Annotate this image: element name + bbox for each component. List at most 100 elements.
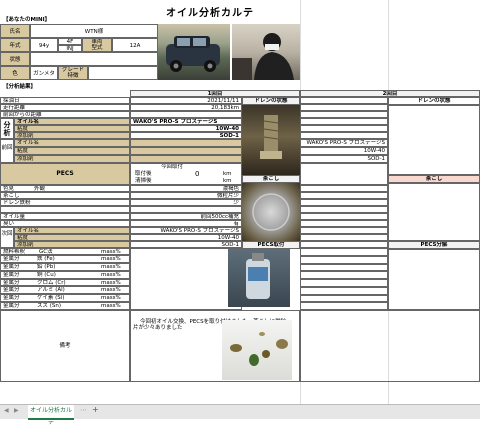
r1-filter[interactable]: 微粒片少	[130, 192, 242, 199]
prev-oil-name-label: オイル名	[14, 139, 130, 147]
next-additive-label: 添加剤	[14, 241, 130, 248]
year-label: 年式	[0, 38, 30, 52]
r1-viscosity[interactable]: 10W-40	[130, 125, 242, 132]
r2-cell[interactable]	[300, 241, 388, 248]
r2-metal-cell[interactable]	[300, 263, 388, 272]
doors-value[interactable]: 4F	[58, 38, 82, 45]
prev-sheet-icon[interactable]: ◀	[4, 407, 9, 414]
r2-pecs-cell[interactable]	[300, 163, 388, 185]
year-value[interactable]: 94y	[30, 38, 58, 52]
color-value[interactable]: ガンメタ	[30, 66, 58, 80]
r1-drain-header: ドレンの状態	[242, 97, 300, 105]
row-additive-label: 添加剤	[14, 132, 130, 139]
more-tabs-icon[interactable]: ⋯	[80, 406, 87, 414]
metal-label: 金属分	[3, 279, 20, 286]
r2-date[interactable]	[300, 97, 388, 104]
r1-pecs-cell[interactable]: 今回取付 取付後 清掃後 0 km km	[130, 163, 242, 185]
r1-metal-values[interactable]	[130, 248, 242, 310]
engine-value[interactable]: INJ	[58, 45, 82, 52]
mini-car-icon	[166, 36, 220, 72]
drain-photo	[242, 105, 300, 175]
r1-mileage[interactable]: 20,183km	[130, 104, 242, 111]
r2-prev-visc[interactable]: 10W-40	[300, 147, 388, 155]
r2-prev-add[interactable]: SOD-1	[300, 155, 388, 163]
row-oil-qty-label: オイル量	[0, 213, 130, 220]
filter-photo	[242, 183, 300, 241]
r2-metal-cell[interactable]	[300, 271, 388, 279]
state-value[interactable]	[30, 52, 158, 66]
r2-drain-photo-slot	[388, 105, 480, 175]
r2-metal-cell[interactable]	[300, 248, 388, 256]
metal-row: 金属分 ケイ素 (Si) mass%	[0, 294, 130, 303]
add-sheet-button[interactable]: +	[92, 405, 99, 414]
spreadsheet: オイル分析カルテ 【あなたのMINI】 氏名 WTN様 年式 94y 4F IN…	[0, 0, 480, 404]
row-color-label: 色見 外観	[0, 185, 130, 192]
pecs-value: 0	[195, 170, 200, 178]
metal-label: 金属分	[3, 263, 20, 270]
r2-metal-cell[interactable]	[300, 286, 388, 295]
metal-row: 金属分 アルミ (Al) mass%	[0, 286, 130, 295]
model-value[interactable]: 12A	[112, 38, 158, 52]
r1-appearance[interactable]: 濃褐色	[130, 185, 242, 192]
metal-label: 金属分	[3, 287, 20, 294]
r1-prev-oil[interactable]	[130, 139, 242, 147]
r1-date[interactable]: 2021/11/11	[130, 97, 242, 104]
r2-cell[interactable]	[300, 192, 388, 199]
r2-cell[interactable]	[300, 227, 388, 234]
r1-blank[interactable]	[130, 206, 242, 213]
r2-metal-cell[interactable]	[300, 294, 388, 303]
metal-row: 金属分 鉄 (Fe) mass%	[0, 255, 130, 263]
r2-cell[interactable]	[300, 199, 388, 206]
row-oil-name-label: オイル名	[14, 118, 130, 125]
name-value[interactable]: WTN様	[30, 24, 158, 38]
state-label: 状態	[0, 52, 30, 66]
r2-oil-name[interactable]	[300, 118, 388, 125]
r2-cell[interactable]	[300, 220, 388, 227]
r1-prev-visc[interactable]	[130, 147, 242, 155]
r1-smell[interactable]: 有	[130, 220, 242, 227]
r2-remarks[interactable]	[300, 310, 480, 382]
r2-cell[interactable]	[300, 206, 388, 213]
next-sheet-icon[interactable]: ▶	[14, 407, 19, 414]
metal-unit: mass%	[101, 303, 121, 310]
metal-element-name: ケイ素 (Si)	[37, 295, 65, 302]
analysis-group-label: 分析	[0, 118, 14, 139]
prev-additive-label: 添加剤	[14, 155, 130, 163]
metal-row: 金属分 クロム (Cr) mass%	[0, 278, 130, 287]
pecs-device-icon	[246, 253, 270, 299]
r2-cell[interactable]	[300, 185, 388, 192]
pecs-row-2: 清掃後	[135, 178, 152, 184]
r1-oil-qty[interactable]: 前回500cc補充	[130, 213, 242, 220]
r1-next-oil[interactable]: WAKO'S PRO-S プロステージS	[130, 227, 242, 234]
metal-element-name: 鉛 (Pb)	[37, 263, 56, 270]
row-filter-label: 茶こし	[0, 192, 130, 199]
next-viscosity-label: 粘度	[14, 234, 130, 241]
r2-prev-distance[interactable]	[300, 111, 388, 118]
r2-viscosity[interactable]	[300, 125, 388, 132]
r2-cell[interactable]	[300, 213, 388, 220]
r2-mileage[interactable]	[300, 104, 388, 111]
r1-next-add[interactable]: SOD-1	[130, 241, 242, 248]
metal-element-name: アルミ (Al)	[37, 287, 65, 294]
r2-metal-cell[interactable]	[300, 302, 388, 310]
grade-value[interactable]	[88, 66, 158, 80]
r2-pecs-photo-slot	[388, 249, 480, 310]
pecs-unit-2: km	[223, 178, 232, 184]
r1-additive[interactable]: SOD-1	[130, 132, 242, 139]
r1-drain[interactable]: 少	[130, 199, 242, 206]
remarks-label: 備考	[0, 310, 130, 382]
r1-prev-add[interactable]	[130, 155, 242, 163]
metal-debris-icon	[230, 332, 288, 366]
r1-next-visc[interactable]: 10W-40	[130, 234, 242, 241]
r2-metal-cell[interactable]	[300, 255, 388, 264]
r1-oil-name[interactable]: WAKO'S PRO-S プロステージS	[130, 118, 242, 125]
r1-prev-distance[interactable]	[130, 111, 242, 118]
r2-metal-cell[interactable]	[300, 279, 388, 287]
metal-unit: mass%	[101, 295, 121, 302]
section-your-mini: 【あなたのMINI】	[3, 17, 51, 23]
strainer-icon	[252, 193, 290, 231]
r2-prev-oil[interactable]: WAKO'S PRO-S プロステージS	[300, 139, 388, 147]
metal-label: 金属分	[3, 256, 20, 262]
r2-cell[interactable]	[300, 234, 388, 241]
r2-additive[interactable]	[300, 132, 388, 139]
